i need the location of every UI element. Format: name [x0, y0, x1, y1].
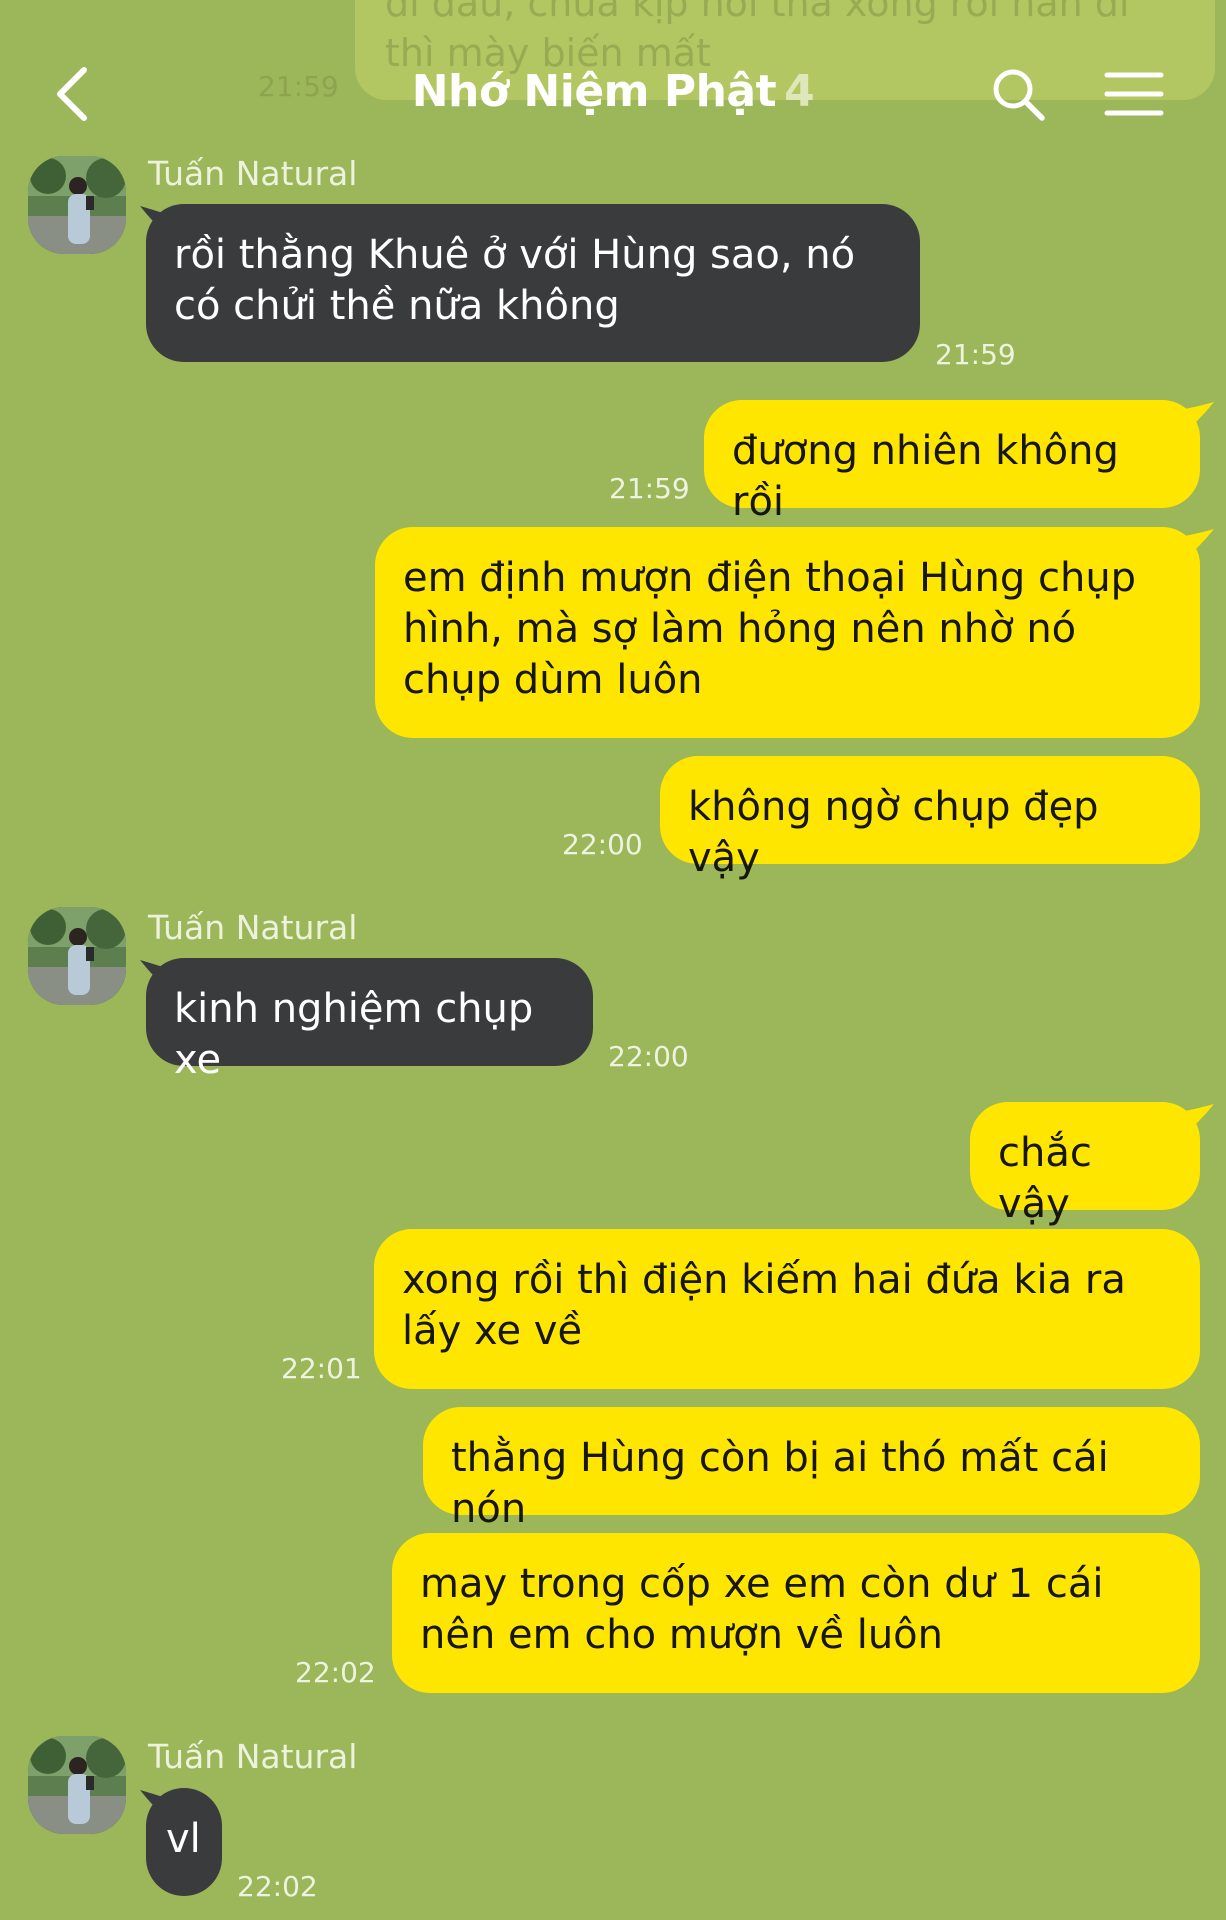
message-bubble[interactable]: thằng Hùng còn bị ai thó mất cái nón: [423, 1407, 1200, 1532]
message-time: 22:00: [608, 1040, 689, 1073]
message-time: 22:02: [237, 1870, 318, 1903]
message-bubble[interactable]: đương nhiên không rồi: [704, 400, 1200, 525]
chat-header: đi đâu, chưa kịp nói tha xong rồi hắn đi…: [0, 0, 1226, 190]
bubble-tail: [1180, 1104, 1214, 1138]
message-time: 22:00: [562, 828, 643, 861]
message-bubble[interactable]: em định mượn điện thoại Hùng chụp hình, …: [375, 527, 1200, 738]
message-bubble[interactable]: rồi thằng Khuê ở với Hùng sao, nó có chử…: [146, 204, 920, 362]
message-time: 21:59: [935, 338, 1016, 371]
sender-name: Tuấn Natural: [148, 1737, 358, 1776]
bubble-tail: [1180, 402, 1214, 436]
message-time: 22:02: [295, 1656, 376, 1689]
hamburger-menu-icon: [1104, 72, 1164, 116]
sender-name: Tuấn Natural: [148, 908, 358, 947]
search-button[interactable]: [990, 66, 1046, 122]
message-bubble[interactable]: may trong cốp xe em còn dư 1 cái nên em …: [392, 1533, 1200, 1693]
message-bubble[interactable]: vl: [146, 1788, 222, 1896]
message-bubble[interactable]: xong rồi thì điện kiếm hai đứa kia ra lấ…: [374, 1229, 1200, 1389]
avatar[interactable]: [28, 1736, 126, 1834]
bubble-tail: [1180, 529, 1214, 563]
message-time: 22:01: [281, 1352, 362, 1385]
message-time: 21:59: [609, 472, 690, 505]
chat-title-text: Nhớ Niệm Phật: [411, 66, 777, 117]
avatar[interactable]: [28, 907, 126, 1005]
search-icon: [993, 69, 1045, 121]
message-bubble[interactable]: chắc vậy: [970, 1102, 1200, 1227]
message-bubble[interactable]: kinh nghiệm chụp xe: [146, 958, 593, 1083]
member-count: 4: [784, 66, 815, 117]
message-bubble[interactable]: không ngờ chụp đẹp vậy: [660, 756, 1200, 881]
menu-button[interactable]: [1104, 70, 1164, 118]
